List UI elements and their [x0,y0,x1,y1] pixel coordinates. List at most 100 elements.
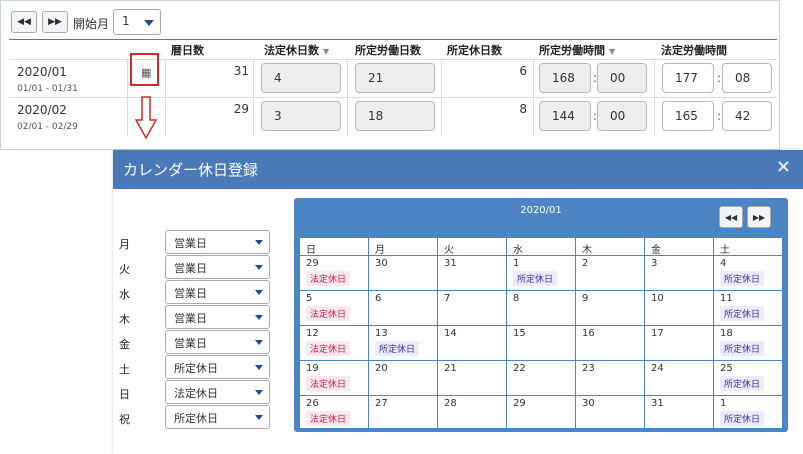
calendar-day-cell[interactable]: 30 [369,256,438,291]
weekday-type-select[interactable]: 所定休日 [165,355,270,379]
calendar-day-cell[interactable]: 31 [645,396,714,431]
double-left-icon: ◀◀ [17,17,31,27]
calendar-day-cell[interactable]: 30 [576,396,645,431]
legal-hours-field[interactable]: 165 [662,101,714,131]
calendar-day-cell[interactable]: 10 [645,291,714,326]
prescribed-hours-field: 144 [539,101,591,131]
header-prescribed-holidays[interactable]: 所定休日数 [447,42,502,58]
calendar-day-cell[interactable]: 20 [369,361,438,396]
holiday-tag: 所定休日 [720,411,765,426]
header-prescribed-hours[interactable]: 所定労働時間 ▼ [539,42,615,58]
calendar-day-cell[interactable]: 7 [438,291,507,326]
day-number: 4 [720,258,727,269]
table-row: 2020/01 01/01 - 01/31 ▦ 31 4 21 6 168 : … [9,59,777,98]
holiday-tag: 法定休日 [306,271,351,286]
calendar-holiday-modal: カレンダー休日登録 × 月営業日火営業日水営業日木営業日金営業日土所定休日日法定… [113,150,803,454]
legal-hours-field[interactable]: 177 [662,63,714,93]
header-legal-holidays[interactable]: 法定休日数 ▼ [264,42,329,58]
prescribed-holidays-value: 6 [519,64,527,78]
chevron-down-icon [255,390,263,395]
calendar-day-cell[interactable]: 31 [438,256,507,291]
day-number: 15 [513,328,526,339]
calendar-widget: 2020/01 ◀◀ ▶▶ 日月火水木金土 29 法定休日 30 31 1 所定休日 2 3 4 所… [294,198,788,432]
calendar-day-cell[interactable]: 12 法定休日 [300,326,369,361]
calendar-day-cell[interactable]: 14 [438,326,507,361]
calendar-day-cell[interactable]: 29 法定休日 [300,256,369,291]
calendar-day-cell[interactable]: 8 [507,291,576,326]
calendar-day-cell[interactable]: 4 所定休日 [714,256,783,291]
calendar-day-cell[interactable]: 11 所定休日 [714,291,783,326]
calendar-day-cell[interactable]: 22 [507,361,576,396]
day-number: 29 [306,258,319,269]
day-number: 10 [651,293,664,304]
start-month-label: 開始月 [73,17,110,31]
day-number: 28 [444,398,457,409]
calendar-day-cell[interactable]: 9 [576,291,645,326]
divider [127,60,128,98]
day-number: 31 [651,398,664,409]
calendar-day-cell[interactable]: 5 法定休日 [300,291,369,326]
prev-year-button[interactable]: ◀◀ [11,11,37,33]
prescribed-hours-field: 168 [539,63,591,93]
calendar-day-cell[interactable]: 26 法定休日 [300,396,369,431]
weekday-type-select[interactable]: 所定休日 [165,405,270,429]
header-legal-hours[interactable]: 法定労働時間 [661,42,727,58]
day-number: 7 [444,293,451,304]
double-right-icon: ▶▶ [48,17,62,27]
modal-header: カレンダー休日登録 × [113,150,803,189]
weekday-type-value: 営業日 [174,312,207,325]
weekday-header: 火 [438,238,507,256]
weekday-type-select[interactable]: 営業日 [165,280,270,304]
calendar-day-cell[interactable]: 17 [645,326,714,361]
header-days[interactable]: 暦日数 [171,42,204,58]
divider [654,60,655,98]
calendar-day-cell[interactable]: 2 [576,256,645,291]
calendar-day-cell[interactable]: 23 [576,361,645,396]
next-year-button[interactable]: ▶▶ [42,11,68,33]
chevron-down-icon [255,265,263,270]
close-icon[interactable]: × [776,156,791,177]
day-number: 23 [582,363,595,374]
calendar-day-cell[interactable]: 18 所定休日 [714,326,783,361]
legal-minutes-field[interactable]: 08 [722,63,772,93]
weekday-type-select[interactable]: 営業日 [165,305,270,329]
calendar-day-cell[interactable]: 28 [438,396,507,431]
divider [253,98,254,136]
chevron-down-icon [255,340,263,345]
weekday-type-select[interactable]: 営業日 [165,255,270,279]
calendar-day-cell[interactable]: 21 [438,361,507,396]
day-number: 1 [513,258,520,269]
chevron-down-icon [255,240,263,245]
legal-holidays-field: 4 [261,63,341,93]
calendar-day-cell[interactable]: 27 [369,396,438,431]
weekday-type-value: 法定休日 [174,387,218,400]
calendar-day-cell[interactable]: 3 [645,256,714,291]
prescribed-workdays-field: 18 [355,101,435,131]
calendar-day-cell[interactable]: 1 所定休日 [507,256,576,291]
calendar-day-cell[interactable]: 6 [369,291,438,326]
weekday-header: 金 [645,238,714,256]
calendar-day-cell[interactable]: 15 [507,326,576,361]
prescribed-minutes-field: 00 [597,101,647,131]
calendar-day-cell[interactable]: 19 法定休日 [300,361,369,396]
weekday-type-value: 営業日 [174,287,207,300]
header-prescribed-workdays[interactable]: 所定労働日数 [355,42,421,58]
weekday-label: 日 [119,388,130,401]
day-number: 30 [582,398,595,409]
day-number: 18 [720,328,733,339]
calendar-day-cell[interactable]: 25 所定休日 [714,361,783,396]
weekday-header: 日 [300,238,369,256]
calendar-day-cell[interactable]: 16 [576,326,645,361]
calendar-prev-button[interactable]: ◀◀ [719,206,743,228]
weekday-type-select[interactable]: 営業日 [165,230,270,254]
calendar-next-button[interactable]: ▶▶ [747,206,771,228]
day-number: 2 [582,258,589,269]
weekday-type-select[interactable]: 営業日 [165,330,270,354]
start-month-select[interactable]: 1 [113,9,161,35]
weekday-type-select[interactable]: 法定休日 [165,380,270,404]
calendar-day-cell[interactable]: 24 [645,361,714,396]
calendar-day-cell[interactable]: 29 [507,396,576,431]
calendar-day-cell[interactable]: 13 所定休日 [369,326,438,361]
legal-minutes-field[interactable]: 42 [722,101,772,131]
calendar-day-cell[interactable]: 1 所定休日 [714,396,783,431]
